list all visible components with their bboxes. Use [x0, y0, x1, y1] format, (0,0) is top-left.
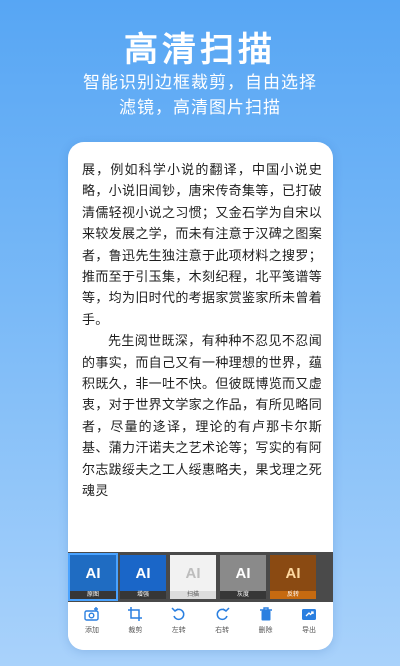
phone-screen: 展，例如科学小说的翻译，中国小说史略，小说旧闻钞，唐宋传奇集等，已打破清儒轻视小…	[68, 142, 333, 650]
edit-toolbar: 添加 裁剪 左转 右转 删除 导出	[68, 602, 333, 650]
filter-original[interactable]: AI 原图	[68, 553, 118, 601]
filter-thumbnail: AI	[120, 555, 166, 591]
filter-thumbnail: AI	[220, 555, 266, 591]
filter-strip: AI 原图 AI 增强 AI 扫描 AI 灰度 AI 反转	[68, 552, 333, 602]
filter-scan[interactable]: AI 扫描	[170, 555, 216, 599]
promo-title: 高清扫描	[124, 30, 276, 70]
filter-label: 扫描	[170, 591, 216, 599]
tool-label: 右转	[215, 626, 230, 634]
rotate-left-icon	[171, 607, 185, 621]
crop-button[interactable]: 裁剪	[121, 606, 149, 650]
trash-icon	[259, 607, 272, 621]
tool-label: 裁剪	[128, 626, 143, 634]
crop-icon	[128, 607, 143, 621]
export-icon	[301, 609, 316, 620]
export-button[interactable]: 导出	[295, 606, 323, 650]
tool-label: 添加	[85, 626, 99, 634]
camera-add-icon	[84, 607, 99, 621]
rotate-left-button[interactable]: 左转	[165, 606, 193, 650]
filter-thumbnail: AI	[170, 555, 216, 591]
delete-button[interactable]: 删除	[252, 606, 280, 650]
filter-invert[interactable]: AI 反转	[270, 555, 316, 599]
scanned-document: 展，例如科学小说的翻译，中国小说史略，小说旧闻钞，唐宋传奇集等，已打破清儒轻视小…	[82, 160, 322, 552]
add-button[interactable]: 添加	[78, 606, 106, 650]
document-paragraph: 展，例如科学小说的翻译，中国小说史略，小说旧闻钞，唐宋传奇集等，已打破清儒轻视小…	[82, 163, 322, 328]
filter-label: 原图	[70, 591, 116, 599]
rotate-right-icon	[216, 607, 230, 621]
tool-label: 左转	[171, 626, 186, 634]
promo-subtitle-line2: 滤镜，高清图片扫描	[119, 98, 281, 118]
promo-subtitle-line1: 智能识别边框裁剪，自由选择	[83, 73, 317, 93]
filter-label: 反转	[270, 591, 316, 599]
filter-label: 增强	[120, 591, 166, 599]
filter-thumbnail: AI	[270, 555, 316, 591]
tool-label: 删除	[258, 626, 273, 634]
rotate-right-button[interactable]: 右转	[208, 606, 236, 650]
filter-enhance[interactable]: AI 增强	[120, 555, 166, 599]
filter-grayscale[interactable]: AI 灰度	[220, 555, 266, 599]
document-paragraph: 先生阅世既深，有种种不忍见不忍闻的事实，而自己又有一种理想的世界，蕴积既久，非一…	[82, 334, 322, 500]
filter-thumbnail: AI	[70, 555, 116, 591]
tool-label: 导出	[301, 626, 316, 634]
filter-label: 灰度	[220, 591, 266, 599]
